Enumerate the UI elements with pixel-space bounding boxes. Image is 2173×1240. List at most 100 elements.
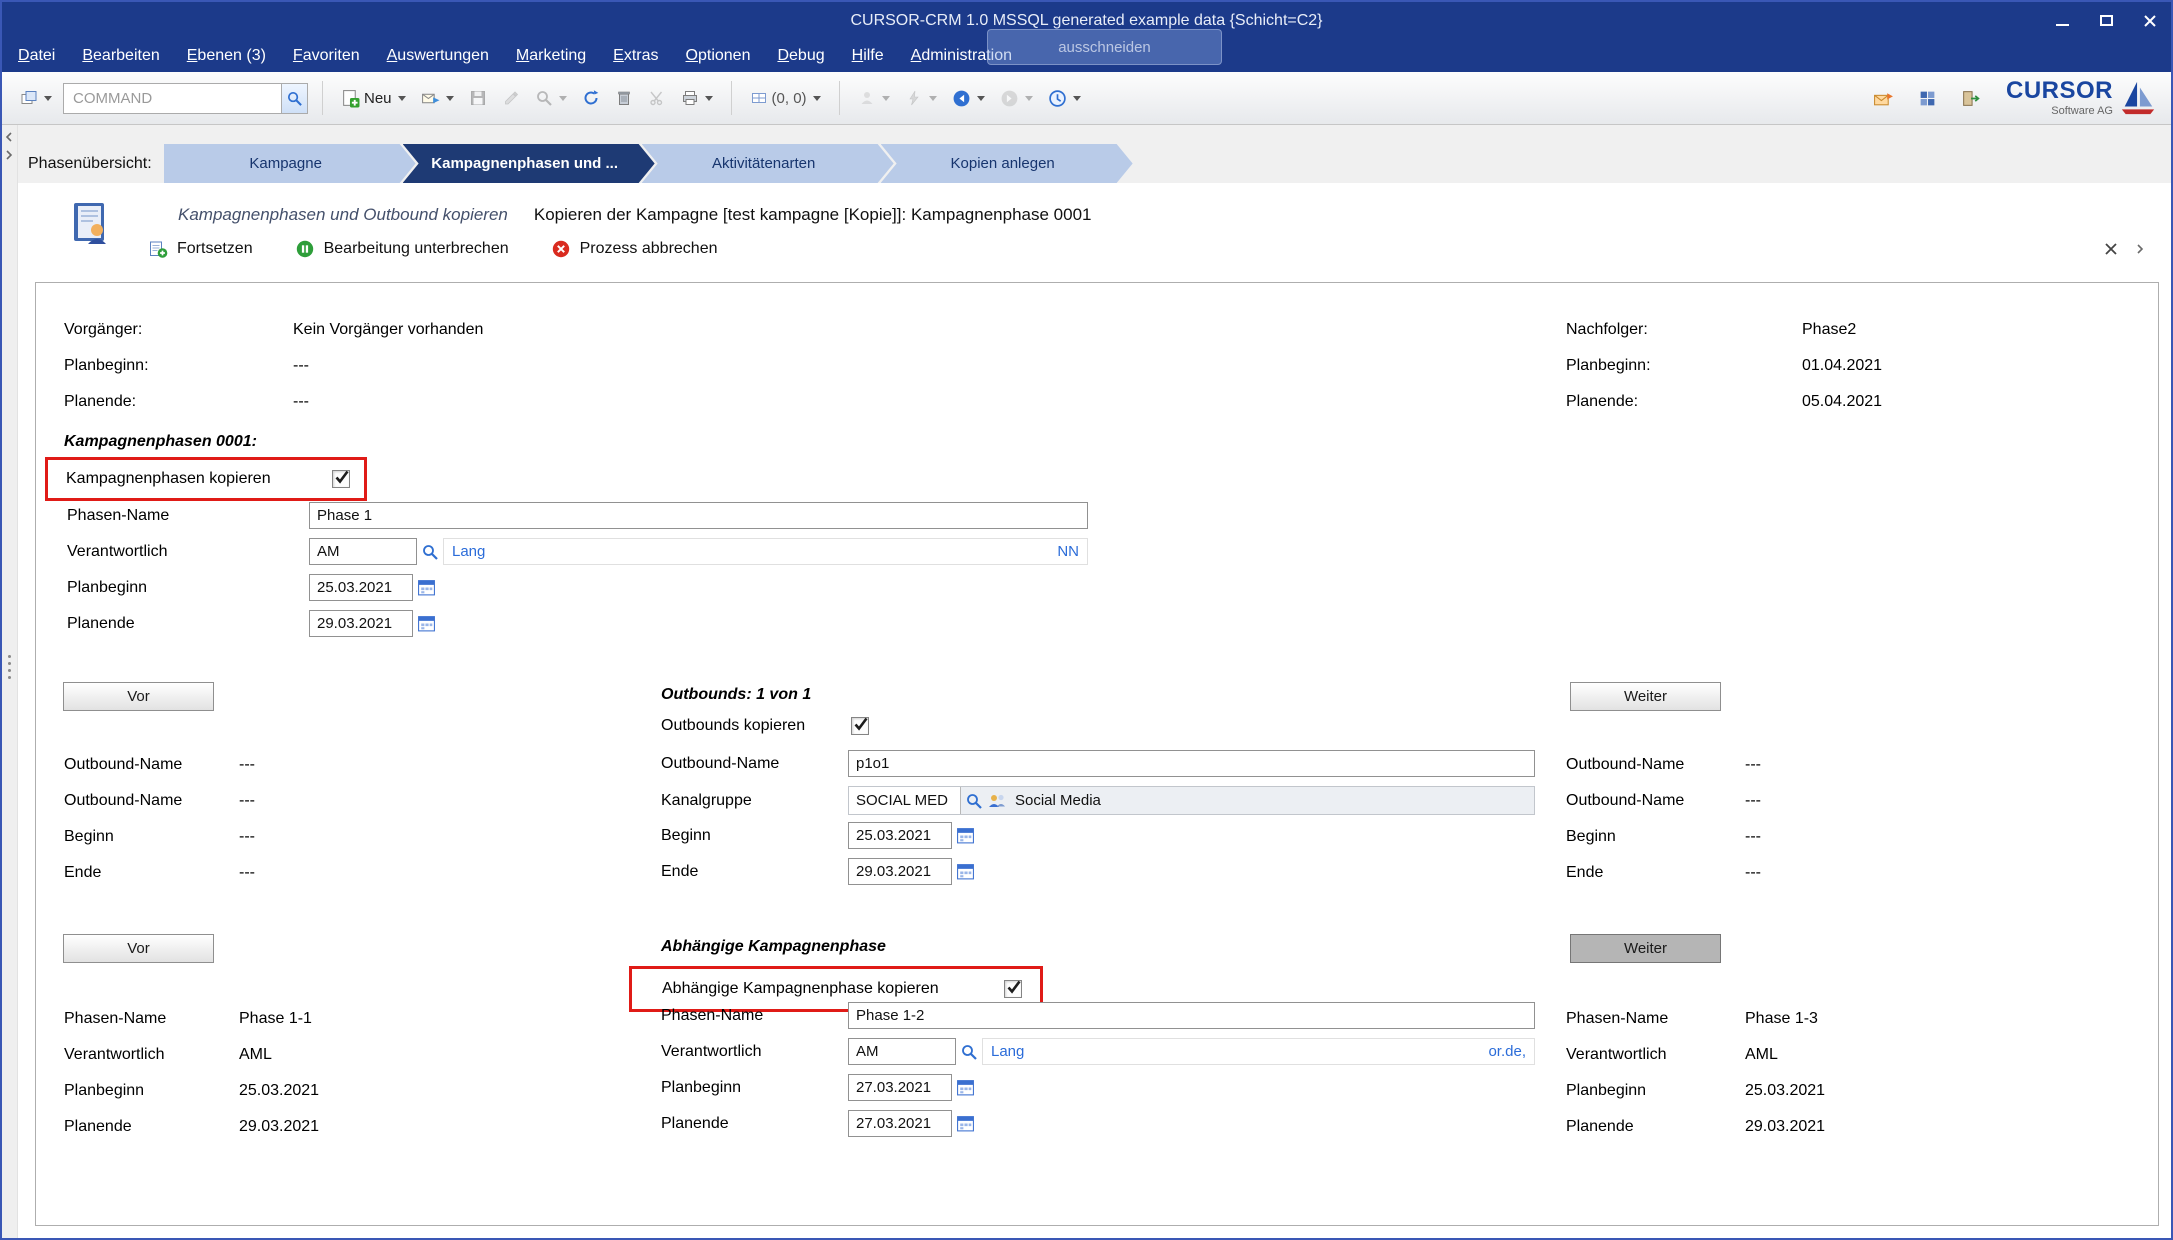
phase-overview-label: Phasenübersicht: xyxy=(28,155,152,173)
unterbrechen-button[interactable]: Bearbeitung unterbrechen xyxy=(295,239,509,259)
command-search-button[interactable] xyxy=(281,84,307,113)
field-value: --- xyxy=(239,826,255,847)
outbound-weiter-button[interactable]: Weiter xyxy=(1570,682,1721,711)
dependent-vor-button[interactable]: Vor xyxy=(63,934,214,963)
verantwortlich-input[interactable] xyxy=(309,538,417,565)
resume-icon xyxy=(148,239,168,259)
dependent-phasen-name-input[interactable] xyxy=(848,1002,1535,1029)
calendar-icon[interactable] xyxy=(417,578,436,597)
apps-grid-icon[interactable] xyxy=(1914,85,1941,112)
dependent-planbeginn-input[interactable] xyxy=(848,1074,952,1101)
splitter-handle[interactable] xyxy=(8,655,11,679)
menu-optionen[interactable]: Optionen xyxy=(686,47,751,65)
collapse-left-icon[interactable] xyxy=(4,131,14,143)
minimize-icon[interactable] xyxy=(2051,10,2073,32)
checkmark-icon xyxy=(333,468,351,486)
outbound-beginn-input[interactable] xyxy=(848,822,952,849)
checkmark-icon xyxy=(1005,978,1023,996)
responsible-link[interactable]: Lang xyxy=(452,543,485,560)
cut-icon[interactable] xyxy=(644,85,670,111)
outbound-ende-input[interactable] xyxy=(848,858,952,885)
field-value: Phase 1-3 xyxy=(1745,1008,1818,1029)
coordinates-indicator[interactable]: (0, 0) xyxy=(746,85,825,111)
menu-bearbeiten[interactable]: Bearbeiten xyxy=(82,47,159,65)
field-label: Planende xyxy=(64,1116,239,1137)
kampagnenphasen-kopieren-checkbox[interactable] xyxy=(332,470,350,488)
dependent-planende-input[interactable] xyxy=(848,1110,952,1137)
maximize-icon[interactable] xyxy=(2095,10,2117,32)
menu-hilfe[interactable]: Hilfe xyxy=(852,47,884,65)
kanalgruppe-input[interactable] xyxy=(849,787,961,814)
chevron-right-icon[interactable] xyxy=(2135,243,2145,255)
close-icon[interactable] xyxy=(2139,10,2161,32)
calendar-icon[interactable] xyxy=(956,826,975,845)
menu-auswertungen[interactable]: Auswertungen xyxy=(387,47,489,65)
planbeginn-input[interactable] xyxy=(309,574,413,601)
abbrechen-button[interactable]: Prozess abbrechen xyxy=(551,239,718,259)
menu-favoriten[interactable]: Favoriten xyxy=(293,47,360,65)
save-icon[interactable] xyxy=(465,85,491,111)
send-icon[interactable] xyxy=(417,85,458,112)
window-title: CURSOR-CRM 1.0 MSSQL generated example d… xyxy=(850,12,1322,30)
mail-notification-icon[interactable] xyxy=(1869,85,1898,112)
calendar-icon[interactable] xyxy=(956,862,975,881)
chevron-down-icon xyxy=(44,96,52,101)
menu-datei[interactable]: Datei xyxy=(18,47,55,65)
outbounds-kopieren-checkbox[interactable] xyxy=(851,717,869,735)
field-value: --- xyxy=(239,754,255,775)
chevron-down-icon xyxy=(813,96,821,101)
command-input[interactable] xyxy=(64,84,281,113)
responsible-link-right[interactable]: or.de, xyxy=(1488,1043,1526,1060)
menu-debug[interactable]: Debug xyxy=(777,47,824,65)
workflow-icon[interactable] xyxy=(901,85,941,111)
navigate-back-icon[interactable] xyxy=(948,85,989,112)
search-icon[interactable] xyxy=(960,1043,978,1061)
field-label: Planbeginn: xyxy=(64,355,293,376)
field-label: Verantwortlich xyxy=(661,1043,848,1061)
brand-name: CURSOR xyxy=(2006,79,2113,103)
user-icon[interactable] xyxy=(854,85,894,111)
outbound-name-input[interactable] xyxy=(848,750,1535,777)
window-mode-icon[interactable] xyxy=(16,85,56,111)
planende-input[interactable] xyxy=(309,610,413,637)
field-value: 01.04.2021 xyxy=(1802,355,1882,376)
close-panel-icon[interactable] xyxy=(2103,241,2119,257)
refresh-icon[interactable] xyxy=(578,85,604,111)
menu-ebenen[interactable]: Ebenen (3) xyxy=(187,47,266,65)
new-button[interactable]: Neu xyxy=(337,85,410,112)
history-icon[interactable] xyxy=(1044,85,1085,112)
delete-icon[interactable] xyxy=(611,85,637,111)
search-icon[interactable] xyxy=(421,543,439,561)
calendar-icon[interactable] xyxy=(956,1114,975,1133)
responsible-link-right[interactable]: NN xyxy=(1057,543,1079,560)
dependent-verantwortlich-input[interactable] xyxy=(848,1038,956,1065)
menu-marketing[interactable]: Marketing xyxy=(516,47,586,65)
calendar-icon[interactable] xyxy=(956,1078,975,1097)
search-icon[interactable] xyxy=(965,792,983,810)
chevron-down-icon xyxy=(559,96,567,101)
abhaengige-kopieren-checkbox[interactable] xyxy=(1004,980,1022,998)
field-value: --- xyxy=(239,862,255,883)
navigate-forward-icon[interactable] xyxy=(996,85,1037,112)
tab-kampagne[interactable]: Kampagne xyxy=(164,144,416,183)
toolbar-separator xyxy=(322,81,323,115)
fortsetzen-button[interactable]: Fortsetzen xyxy=(148,239,253,259)
tab-kampagnenphasen[interactable]: Kampagnenphasen und ... xyxy=(403,144,655,183)
calendar-icon[interactable] xyxy=(417,614,436,633)
edit-icon[interactable] xyxy=(498,85,524,111)
field-label: Planende xyxy=(67,615,309,633)
print-icon[interactable] xyxy=(677,85,717,111)
phasen-name-input[interactable] xyxy=(309,502,1088,529)
tab-aktivitaetenarten[interactable]: Aktivitätenarten xyxy=(642,144,894,183)
field-value: --- xyxy=(293,355,309,376)
logout-icon[interactable] xyxy=(1957,85,1984,112)
field-label: Kanalgruppe xyxy=(661,792,848,810)
tab-kopien-anlegen[interactable]: Kopien anlegen xyxy=(881,144,1133,183)
search-edit-icon[interactable] xyxy=(531,85,571,111)
field-value: Phase2 xyxy=(1802,319,1856,340)
expand-right-icon[interactable] xyxy=(4,149,14,161)
responsible-link[interactable]: Lang xyxy=(991,1043,1024,1060)
outbound-vor-button[interactable]: Vor xyxy=(63,682,214,711)
dependent-weiter-button[interactable]: Weiter xyxy=(1570,934,1721,963)
menu-extras[interactable]: Extras xyxy=(613,47,658,65)
